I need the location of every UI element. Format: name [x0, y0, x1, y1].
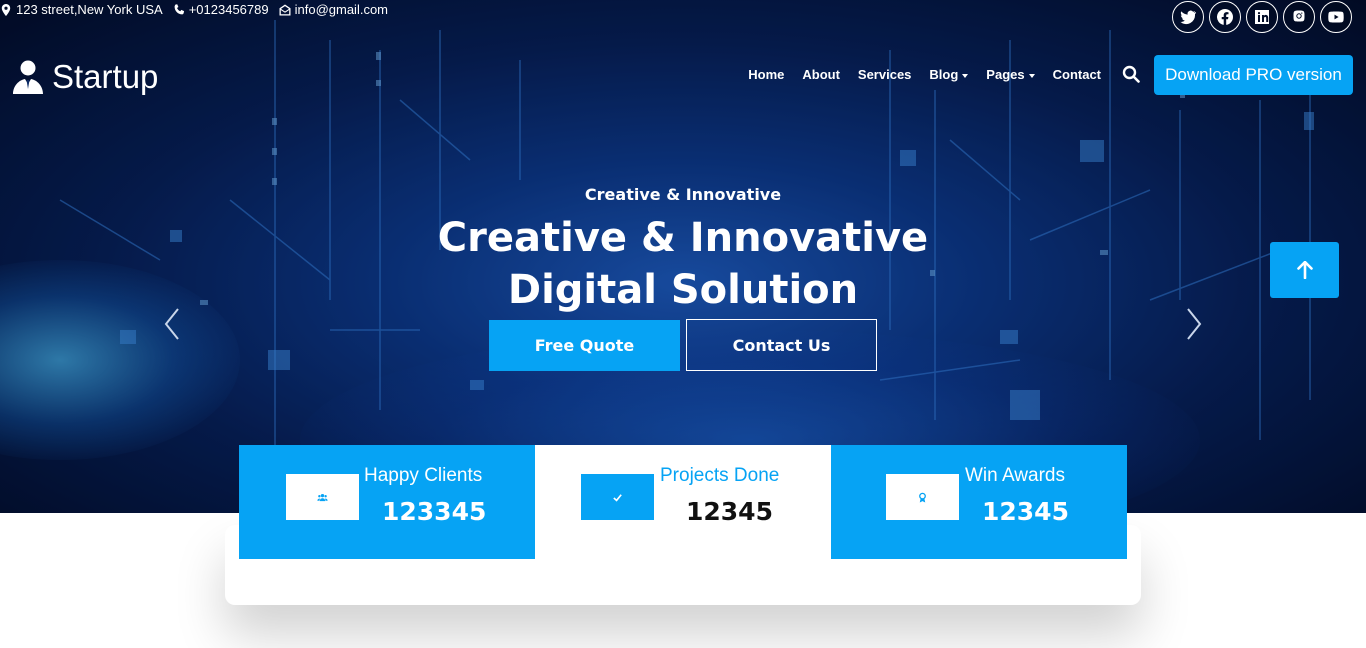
brand-logo[interactable]: Startup: [12, 58, 158, 96]
contact-us-button[interactable]: Contact Us: [686, 319, 877, 371]
arrow-up-icon: [1296, 261, 1313, 279]
facebook-link[interactable]: [1209, 1, 1241, 33]
linkedin-icon: [1255, 10, 1269, 24]
brand-name: Startup: [52, 58, 159, 95]
search-button[interactable]: [1122, 65, 1142, 85]
email-item[interactable]: info@gmail.com: [279, 2, 388, 17]
chevron-left-icon: [164, 308, 179, 340]
users-icon: [317, 493, 328, 501]
carousel-next-button[interactable]: [1184, 306, 1204, 342]
social-links: [1172, 1, 1352, 33]
stat-win-awards: Win Awards 12345: [831, 445, 1127, 559]
twitter-link[interactable]: [1172, 1, 1204, 33]
caret-down-icon: [1028, 73, 1035, 78]
phone-text: +0123456789: [188, 2, 269, 17]
stat-icon-box: [581, 474, 654, 520]
stat-value: 12345: [982, 497, 1069, 526]
envelope-open-icon: [279, 4, 291, 15]
address-item: 123 street,New York USA: [0, 2, 163, 17]
instagram-icon: [1293, 10, 1305, 22]
nav-services-label: Services: [857, 67, 912, 82]
nav-pages-dropdown[interactable]: Pages: [986, 67, 1035, 82]
search-icon: [1122, 65, 1140, 83]
nav-pages-label: Pages: [986, 67, 1025, 82]
hero-title-line-1: Creative & Innovative: [437, 215, 929, 261]
nav-about-label: About: [802, 67, 840, 82]
back-to-top-button[interactable]: [1270, 242, 1339, 298]
nav-contact-label: Contact: [1052, 67, 1101, 82]
nav-blog-label: Blog: [929, 67, 959, 82]
instagram-link[interactable]: [1283, 1, 1315, 33]
stat-value: 12345: [686, 497, 773, 526]
page: 123 street,New York USA +0123456789 info…: [0, 0, 1366, 648]
phone-icon: [174, 3, 184, 14]
hero-subtitle: Creative & Innovative: [584, 185, 782, 204]
stat-label: Projects Done: [660, 465, 780, 486]
youtube-link[interactable]: [1320, 1, 1352, 33]
email-text: info@gmail.com: [294, 2, 389, 17]
stat-label: Win Awards: [965, 465, 1065, 486]
stat-icon-box: [286, 474, 359, 520]
nav-services[interactable]: Services: [858, 67, 912, 82]
phone-item[interactable]: +0123456789: [173, 2, 269, 17]
free-quote-button[interactable]: Free Quote: [489, 320, 680, 371]
stat-label: Happy Clients: [364, 465, 483, 486]
chevron-right-icon: [1187, 308, 1202, 340]
user-tie-icon: [13, 60, 43, 94]
twitter-icon: [1180, 10, 1196, 25]
hero-title: Creative & Innovative Digital Solution: [0, 212, 1366, 316]
youtube-icon: [1328, 11, 1344, 23]
nav-home-label: Home: [748, 67, 785, 82]
stats-bar: Happy Clients 123345 Projects Done 12345…: [239, 445, 1127, 559]
hero-title-line-2: Digital Solution: [507, 267, 859, 313]
nav-blog-dropdown[interactable]: Blog: [929, 67, 969, 82]
nav-home[interactable]: Home: [748, 67, 784, 82]
caret-down-icon: [962, 73, 969, 78]
facebook-icon: [1217, 9, 1233, 25]
nav-about[interactable]: About: [802, 67, 840, 82]
contact-info: 123 street,New York USA +0123456789 info…: [0, 2, 388, 17]
carousel-prev-button[interactable]: [162, 306, 182, 342]
stat-value: 123345: [382, 497, 487, 526]
stat-happy-clients: Happy Clients 123345: [239, 445, 535, 559]
award-icon: [919, 492, 926, 503]
stat-icon-box: [886, 474, 959, 520]
linkedin-link[interactable]: [1246, 1, 1278, 33]
map-marker-icon: [1, 3, 11, 16]
check-icon: [613, 493, 622, 502]
address-text: 123 street,New York USA: [16, 2, 163, 17]
download-pro-button[interactable]: Download PRO version: [1154, 55, 1353, 95]
nav-contact[interactable]: Contact: [1053, 67, 1101, 82]
top-bar: 123 street,New York USA +0123456789 info…: [0, 0, 1366, 36]
stat-projects-done: Projects Done 12345: [535, 445, 831, 559]
main-nav: Home About Services Blog Pages Contact: [748, 67, 1101, 82]
